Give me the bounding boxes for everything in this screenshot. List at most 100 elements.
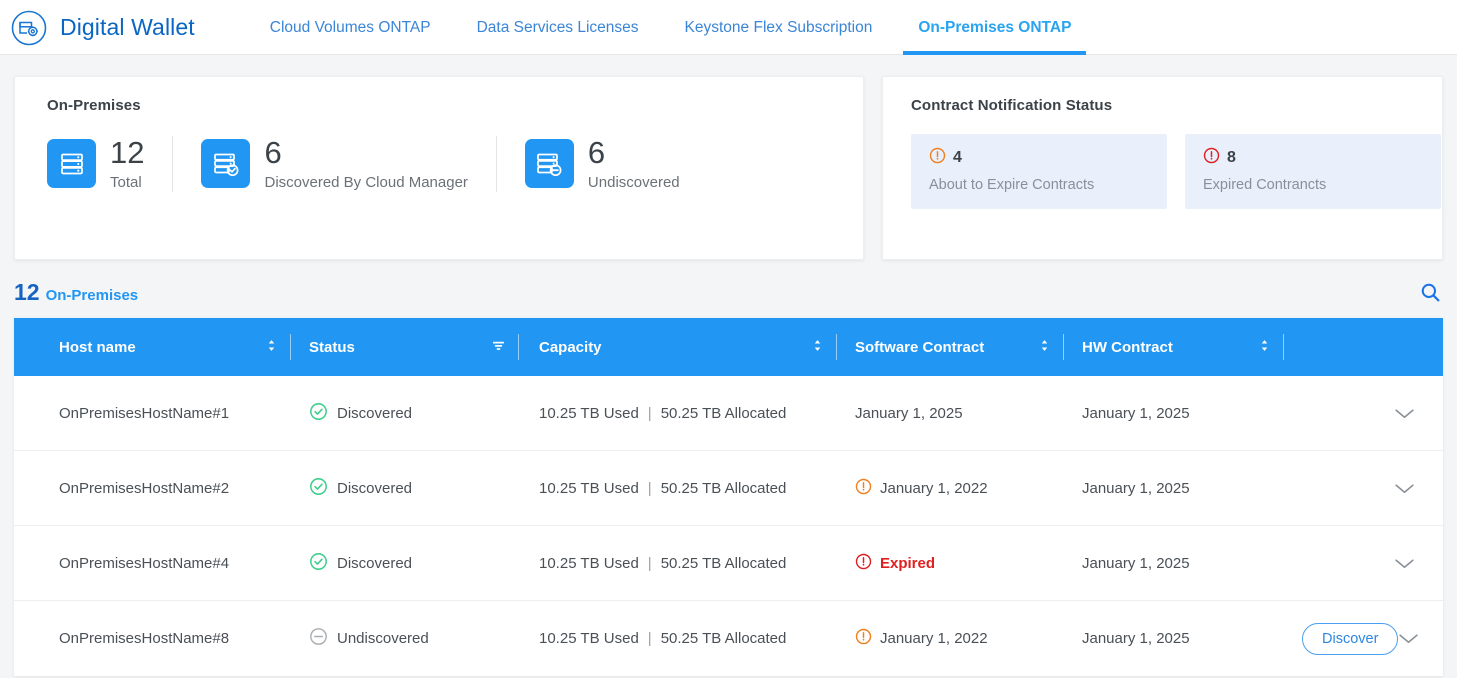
cell-hw-contract: January 1, 2025 bbox=[1082, 554, 1190, 572]
cell-host-name: OnPremisesHostName#4 bbox=[59, 554, 230, 572]
cell-actions bbox=[1284, 376, 1443, 451]
software-contract-value: January 1, 2022 bbox=[880, 479, 988, 497]
cell-host-name: OnPremisesHostName#1 bbox=[59, 404, 230, 422]
capacity-used: 10.25 TB Used bbox=[539, 404, 639, 422]
stat-undiscovered-label: Undiscovered bbox=[587, 174, 680, 192]
digital-wallet-icon bbox=[10, 9, 48, 47]
tab-data-services-licenses[interactable]: Data Services Licenses bbox=[454, 0, 662, 55]
contract-card-title: Contract Notification Status bbox=[911, 97, 1113, 114]
tab-on-premises-ontap[interactable]: On-Premises ONTAP bbox=[895, 0, 1094, 55]
table-toolbar: 12 On-Premises bbox=[14, 272, 1443, 312]
cell-status: Discovered bbox=[291, 376, 519, 451]
expired-head: 8 bbox=[1203, 147, 1423, 169]
cell-host-name: OnPremisesHostName#2 bbox=[59, 479, 230, 497]
app-header: Digital Wallet Cloud Volumes ONTAP Data … bbox=[0, 0, 1457, 55]
contract-notification-card: Contract Notification Status 4 About to … bbox=[882, 76, 1443, 260]
sort-icon[interactable] bbox=[266, 338, 277, 357]
column-header-hw-contract[interactable]: HW Contract bbox=[1064, 318, 1284, 376]
status-label: Discovered bbox=[337, 554, 413, 572]
capacity-used: 10.25 TB Used bbox=[539, 554, 639, 572]
stat-total-text: 12 Total bbox=[110, 134, 145, 192]
warning-circle-icon bbox=[929, 147, 946, 169]
tab-label: On-Premises ONTAP bbox=[918, 18, 1072, 36]
stat-discovered-text: 6 Discovered By Cloud Manager bbox=[264, 134, 468, 192]
column-header-status[interactable]: Status bbox=[291, 318, 519, 376]
search-icon[interactable] bbox=[1417, 279, 1443, 305]
cell-actions: Discover bbox=[1284, 601, 1443, 676]
check-circle-icon bbox=[309, 477, 328, 500]
stat-undiscovered: 6 Undiscovered bbox=[524, 136, 680, 192]
capacity-separator: | bbox=[647, 479, 652, 497]
filter-icon[interactable] bbox=[492, 339, 505, 356]
expired-contracts-tile[interactable]: 8 Expired Contrancts bbox=[1185, 134, 1441, 209]
stat-discovered-value: 6 bbox=[264, 134, 282, 170]
stat-total: 12 Total bbox=[47, 134, 145, 192]
column-label: HW Contract bbox=[1082, 338, 1173, 356]
cell-capacity: 10.25 TB Used | 50.25 TB Allocated bbox=[519, 601, 837, 676]
cell-capacity: 10.25 TB Used | 50.25 TB Allocated bbox=[519, 376, 837, 451]
summary-cards-row: On-Premises 12 Total 6 Discovered By Clo… bbox=[14, 76, 1443, 260]
column-header-actions bbox=[1284, 318, 1443, 376]
minus-circle-icon bbox=[309, 627, 328, 650]
stat-divider bbox=[172, 136, 174, 192]
about-to-expire-count: 4 bbox=[953, 149, 962, 166]
cell-status: Undiscovered bbox=[291, 601, 519, 676]
tab-cloud-volumes-ontap[interactable]: Cloud Volumes ONTAP bbox=[247, 0, 454, 55]
tab-label: Data Services Licenses bbox=[476, 18, 639, 36]
stat-divider bbox=[495, 136, 497, 192]
summary-card-title: On-Premises bbox=[47, 97, 141, 114]
server-stack-check-icon bbox=[201, 139, 251, 189]
capacity-allocated: 50.25 TB Allocated bbox=[660, 404, 787, 422]
cell-status: Discovered bbox=[291, 451, 519, 526]
column-header-capacity[interactable]: Capacity bbox=[519, 318, 837, 376]
cell-hw-contract: January 1, 2025 bbox=[1082, 479, 1190, 497]
table-header-row: Host name Status Capacity Software Contr… bbox=[14, 318, 1443, 376]
column-label: Capacity bbox=[539, 338, 602, 356]
warning-circle-icon bbox=[855, 478, 872, 499]
column-header-software-contract[interactable]: Software Contract bbox=[837, 318, 1064, 376]
cell-actions bbox=[1284, 451, 1443, 526]
stat-total-value: 12 bbox=[110, 134, 145, 170]
stat-total-label: Total bbox=[110, 174, 142, 192]
cell-hw-contract: January 1, 2025 bbox=[1082, 630, 1190, 647]
about-to-expire-label: About to Expire Contracts bbox=[929, 177, 1095, 193]
on-premises-table: Host name Status Capacity Software Contr… bbox=[14, 318, 1443, 676]
stat-discovered: 6 Discovered By Cloud Manager bbox=[201, 134, 468, 192]
column-header-host-name[interactable]: Host name bbox=[14, 318, 291, 376]
cell-hw-contract: January 1, 2025 bbox=[1082, 404, 1190, 422]
stat-discovered-label: Discovered By Cloud Manager bbox=[264, 174, 468, 192]
cell-software-contract: January 1, 2025 bbox=[837, 376, 1064, 451]
sort-icon[interactable] bbox=[1039, 338, 1050, 357]
cell-host-name: OnPremisesHostName#8 bbox=[59, 630, 230, 647]
check-circle-icon bbox=[309, 402, 328, 425]
check-circle-icon bbox=[309, 552, 328, 575]
tab-keystone-flex-subscription[interactable]: Keystone Flex Subscription bbox=[662, 0, 896, 55]
main-tabs: Cloud Volumes ONTAP Data Services Licens… bbox=[247, 0, 1095, 55]
table-row[interactable]: OnPremisesHostName#8 Undiscovered 10.25 … bbox=[14, 601, 1443, 676]
chevron-down-icon[interactable] bbox=[1394, 407, 1415, 420]
status-label: Discovered bbox=[337, 404, 413, 422]
column-label: Status bbox=[309, 338, 355, 356]
page-title: Digital Wallet bbox=[60, 14, 195, 40]
chevron-down-icon[interactable] bbox=[1398, 632, 1419, 645]
server-stack-icon bbox=[47, 139, 96, 189]
capacity-used: 10.25 TB Used bbox=[539, 479, 639, 497]
table-row[interactable]: OnPremisesHostName#4 Discovered 10.25 TB… bbox=[14, 526, 1443, 601]
status-label: Undiscovered bbox=[337, 630, 429, 647]
about-to-expire-head: 4 bbox=[929, 147, 1149, 169]
table-row[interactable]: OnPremisesHostName#1 Discovered 10.25 TB… bbox=[14, 376, 1443, 451]
status-label: Discovered bbox=[337, 479, 413, 497]
table-row[interactable]: OnPremisesHostName#2 Discovered 10.25 TB… bbox=[14, 451, 1443, 526]
cell-capacity: 10.25 TB Used | 50.25 TB Allocated bbox=[519, 451, 837, 526]
tab-label: Keystone Flex Subscription bbox=[684, 18, 873, 36]
capacity-allocated: 50.25 TB Allocated bbox=[660, 479, 787, 497]
record-count-label: On-Premises bbox=[45, 286, 139, 304]
sort-icon[interactable] bbox=[812, 338, 823, 357]
warning-circle-icon bbox=[855, 628, 872, 649]
cell-status: Discovered bbox=[291, 526, 519, 601]
chevron-down-icon[interactable] bbox=[1394, 557, 1415, 570]
chevron-down-icon[interactable] bbox=[1394, 482, 1415, 495]
discover-button[interactable]: Discover bbox=[1302, 622, 1399, 655]
about-to-expire-contracts-tile[interactable]: 4 About to Expire Contracts bbox=[911, 134, 1167, 209]
sort-icon[interactable] bbox=[1259, 338, 1270, 357]
